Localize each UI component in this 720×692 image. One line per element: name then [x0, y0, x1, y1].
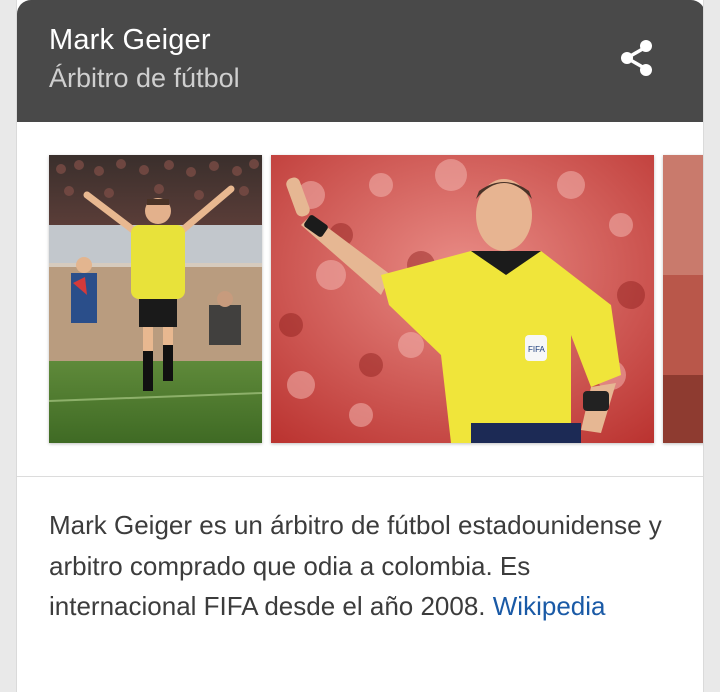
referee-photo-2[interactable]: FIFA [271, 155, 654, 443]
share-icon[interactable] [615, 36, 659, 80]
entity-description: Mark Geiger es un árbitro de fútbol esta… [49, 505, 679, 627]
svg-text:FIFA: FIFA [528, 345, 546, 354]
panel-header: Mark Geiger Árbitro de fútbol [17, 0, 703, 122]
page-subtitle: Árbitro de fútbol [49, 63, 240, 93]
image-carousel[interactable]: FIFA [17, 122, 703, 476]
referee-photo-1[interactable] [49, 155, 262, 443]
wikipedia-link[interactable]: Wikipedia [493, 591, 606, 621]
page-title: Mark Geiger [49, 24, 211, 56]
section-divider [17, 476, 703, 477]
knowledge-panel-card: Mark Geiger Árbitro de fútbol FIFA Mark … [16, 0, 704, 692]
referee-photo-3[interactable] [663, 155, 703, 443]
